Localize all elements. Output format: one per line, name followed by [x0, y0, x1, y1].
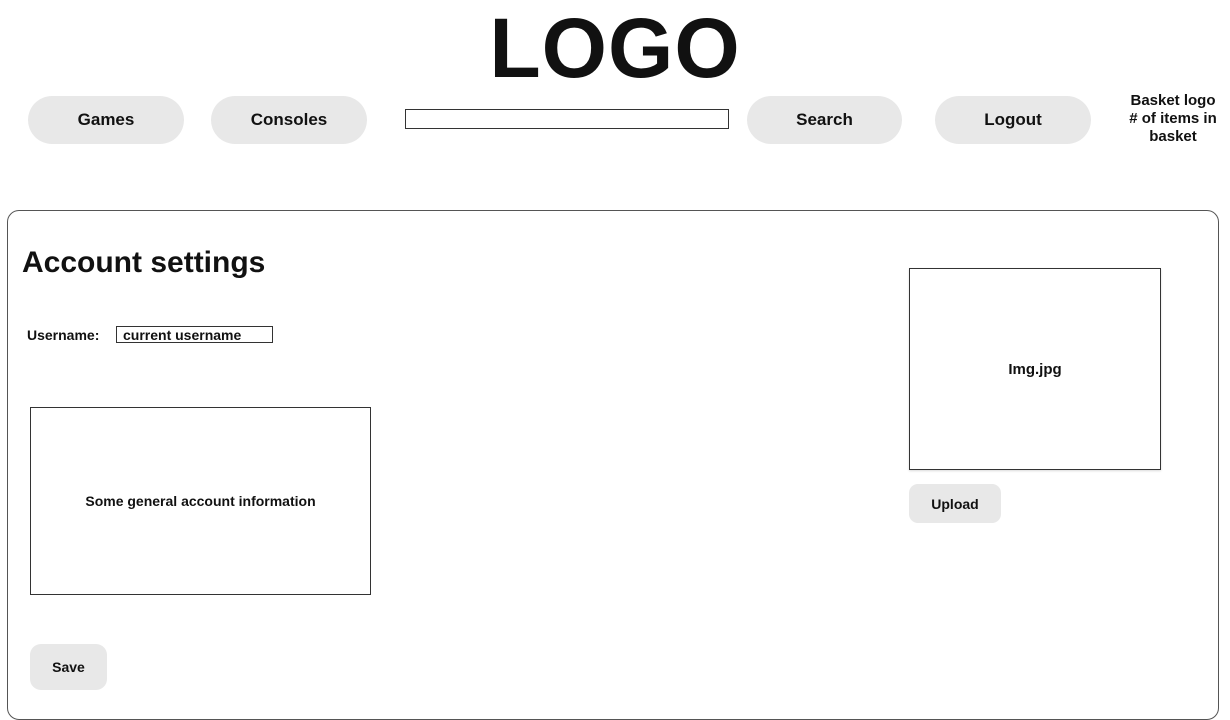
- basket-widget[interactable]: Basket logo # of items in basket: [1108, 92, 1230, 146]
- site-logo[interactable]: LOGO: [0, 2, 1230, 94]
- save-button[interactable]: Save: [30, 644, 107, 690]
- basket-count-label: # of items in: [1129, 110, 1217, 127]
- basket-logo-label: Basket logo: [1130, 92, 1216, 109]
- upload-button[interactable]: Upload: [909, 484, 1001, 523]
- search-button[interactable]: Search: [747, 96, 902, 144]
- account-info-text: Some general account information: [85, 493, 316, 509]
- consoles-nav-button[interactable]: Consoles: [211, 96, 367, 144]
- account-info-box: Some general account information: [30, 407, 371, 595]
- image-filename: Img.jpg: [1008, 360, 1062, 378]
- search-input[interactable]: [405, 109, 729, 129]
- basket-count-label-2: basket: [1149, 128, 1197, 145]
- games-nav-button[interactable]: Games: [28, 96, 184, 144]
- page-title: Account settings: [22, 246, 266, 279]
- logout-button[interactable]: Logout: [935, 96, 1091, 144]
- profile-image-placeholder: Img.jpg: [909, 268, 1161, 470]
- username-label: Username:: [27, 327, 100, 343]
- username-input[interactable]: [116, 326, 273, 343]
